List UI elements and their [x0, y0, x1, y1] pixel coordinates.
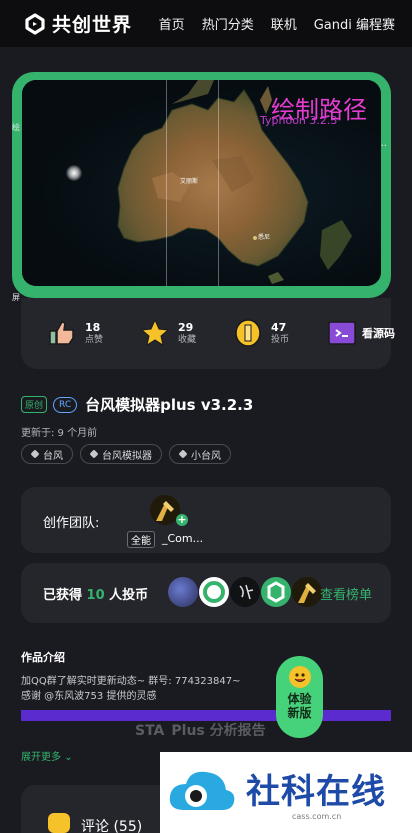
- brand-logo[interactable]: 共创世界: [24, 10, 151, 37]
- project-stage[interactable]: 艾丽斯 悉尼 绘制路径 Typhoon 3.2.3: [22, 80, 381, 286]
- supporter-avatar[interactable]: [261, 577, 291, 607]
- add-member-icon[interactable]: +: [176, 514, 188, 526]
- player-side-label: 屏: [12, 293, 20, 302]
- typhoon-marker-icon: [66, 165, 82, 181]
- nav-menu: 首页 热门分类 联机 Gandi 编程赛: [159, 14, 412, 33]
- supporter-avatar[interactable]: [199, 577, 229, 607]
- intro-line: 加QQ群了解实时更新动态~ 群号: 774323847~: [21, 676, 241, 687]
- chevron-down-icon: ⌄: [64, 752, 73, 763]
- tag-icon: [30, 449, 40, 459]
- try-new-version-button[interactable]: 体验新版: [276, 656, 323, 738]
- favorite-button[interactable]: 29 收藏: [140, 318, 196, 348]
- team-label: 创作团队:: [43, 516, 100, 531]
- coin-count: 47: [271, 320, 287, 334]
- cloud-logo-icon: [169, 771, 235, 810]
- tag-label: 台风模拟器: [102, 450, 152, 462]
- map-label: 艾丽斯: [180, 178, 199, 185]
- supporter-avatar-image: [298, 583, 316, 603]
- project-title: 台风模拟器plus v3.2.3: [85, 396, 254, 414]
- top-navbar: 共创世界 首页 热门分类 联机 Gandi 编程赛: [0, 0, 412, 47]
- supporter-avatar-image: [267, 581, 285, 603]
- project-player: 绘 屏 ... 艾丽斯 悉尼 绘制路径 Typhoon 3.2.3: [12, 72, 391, 302]
- smile-face-image: [294, 673, 305, 682]
- supporter-avatar-image: [203, 581, 225, 603]
- member-role-badge: 全能: [127, 531, 155, 548]
- grid-line: [218, 80, 219, 286]
- supporter-avatar[interactable]: [292, 577, 322, 607]
- grid-line: [166, 80, 167, 286]
- like-button[interactable]: 18 点赞: [47, 318, 103, 348]
- watermark-text: 社科在线: [246, 772, 386, 812]
- view-code-label: 看源码: [362, 327, 395, 340]
- coin-icon: [235, 319, 261, 347]
- supporter-avatar-image: [239, 584, 254, 600]
- supporter-avatar[interactable]: [230, 577, 260, 607]
- intro-line: 感谢 @东风波753 提供的灵感: [21, 691, 157, 702]
- coin-supporters-text: 已获得 10 人投币: [43, 584, 148, 603]
- rc-badge: RC: [53, 396, 78, 413]
- comments-card[interactable]: 评论 (55): [21, 785, 181, 833]
- project-title-row: 原创 RC 台风模拟器plus v3.2.3: [21, 394, 253, 415]
- team-card: 创作团队: + 全能 _Com...: [21, 487, 391, 553]
- watermark-url: cass.com.cn: [292, 812, 342, 821]
- tag-label: 台风: [43, 450, 63, 462]
- tag-chip[interactable]: 台风模拟器: [80, 444, 162, 464]
- like-label: 点赞: [85, 334, 104, 345]
- view-code-button[interactable]: 看源码: [327, 318, 395, 348]
- supporter-avatar[interactable]: [168, 577, 198, 607]
- coin-supporters-card: 已获得 10 人投币 查看榜单: [21, 563, 391, 623]
- smile-emoji-icon: [288, 666, 311, 688]
- like-count: 18: [85, 320, 101, 334]
- player-side-label: 绘: [12, 123, 20, 132]
- comments-label: 评论 (55): [81, 819, 143, 833]
- tag-icon: [178, 449, 188, 459]
- member-name[interactable]: _Com...: [162, 532, 203, 545]
- stats-card: 18 点赞 29 收藏 47 投币 看源码: [21, 298, 395, 369]
- supporter-avatars: [168, 577, 323, 607]
- coin-button[interactable]: 47 投币: [233, 318, 289, 348]
- tag-icon: [89, 449, 99, 459]
- tag-list: 台风 台风模拟器 小台风: [21, 444, 238, 464]
- stage-version: Typhoon 3.2.3: [260, 114, 338, 127]
- intro-banner-image: STA_Plus 分析报告: [21, 710, 391, 736]
- tag-chip[interactable]: 台风: [21, 444, 73, 464]
- view-leaderboard-link[interactable]: 查看榜单: [320, 584, 372, 603]
- tag-chip[interactable]: 小台风: [169, 444, 231, 464]
- code-window-icon: [328, 321, 356, 345]
- watermark: 社科在线 cass.com.cn: [160, 752, 412, 833]
- thumbs-up-icon: [49, 321, 74, 345]
- star-icon: [140, 318, 170, 347]
- nav-item-categories[interactable]: 热门分类: [202, 14, 254, 33]
- tag-label: 小台风: [191, 450, 221, 462]
- expand-more-label: 展开更多: [21, 752, 61, 763]
- map-label: 悉尼: [258, 234, 271, 241]
- comment-icon: [48, 813, 70, 833]
- updated-time: 更新于: 9 个月前: [21, 428, 98, 439]
- coin-supporter-count: 10: [86, 588, 105, 603]
- brand-logo-icon: [25, 12, 45, 35]
- nav-item-online[interactable]: 联机: [271, 14, 297, 33]
- coin-label: 投币: [271, 334, 290, 345]
- banner-text: STA_Plus 分析报告: [135, 723, 266, 736]
- favorite-label: 收藏: [178, 334, 197, 345]
- nav-item-gandi-contest[interactable]: Gandi 编程赛: [314, 14, 395, 33]
- intro-heading: 作品介绍: [21, 651, 65, 664]
- favorite-count: 29: [178, 320, 194, 334]
- brand-name: 共创世界: [52, 14, 133, 36]
- coin-prefix: 已获得: [43, 588, 83, 603]
- coin-suffix: 人投币: [109, 588, 149, 603]
- nav-item-home[interactable]: 首页: [159, 14, 185, 33]
- page-root: 共创世界 首页 热门分类 联机 Gandi 编程赛 绘 屏 ... 艾丽斯 悉尼…: [0, 0, 412, 833]
- expand-more-button[interactable]: 展开更多 ⌄: [21, 748, 73, 763]
- original-badge: 原创: [21, 396, 48, 413]
- try-new-version-label: 体验新版: [287, 692, 312, 720]
